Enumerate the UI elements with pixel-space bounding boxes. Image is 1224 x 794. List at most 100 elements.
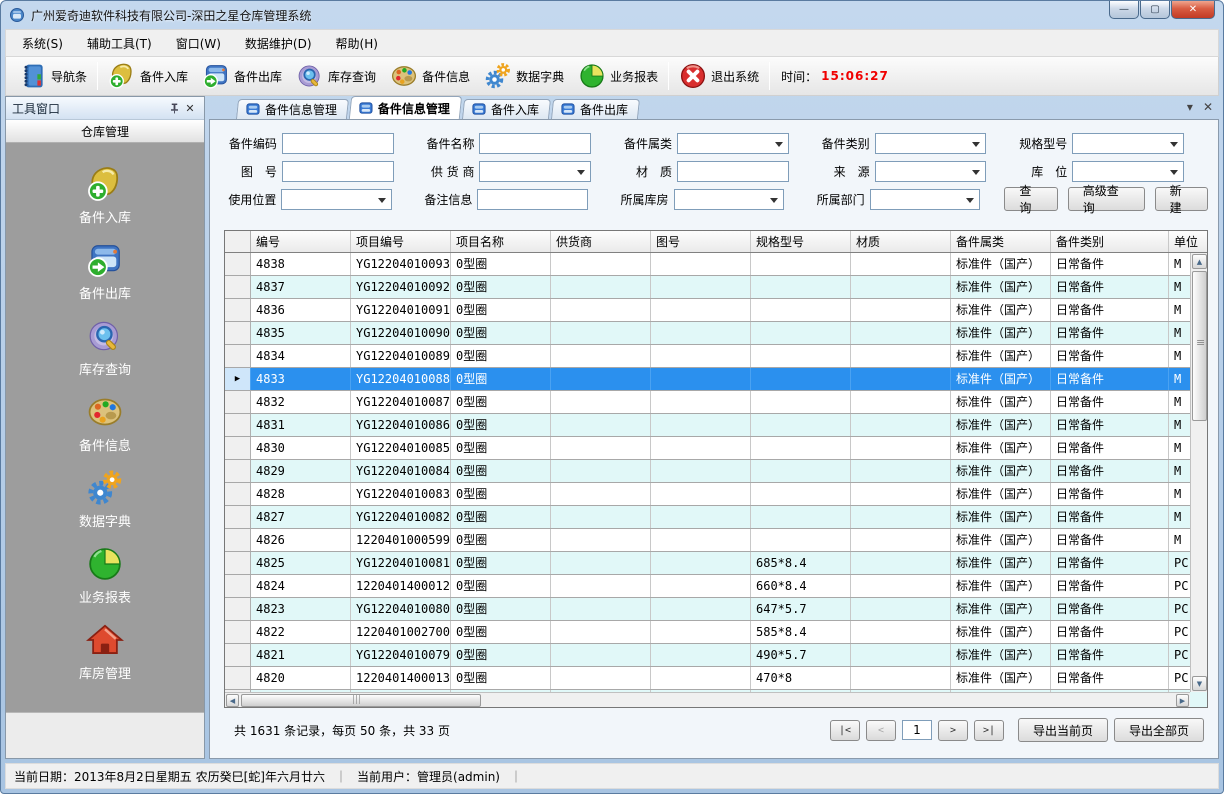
row-selector-cell[interactable] (225, 253, 251, 275)
search-select[interactable] (677, 133, 789, 154)
table-row[interactable]: 482212204010027000型圈585*8.4标准件（国产）日常备件PC (225, 621, 1208, 644)
column-header-9[interactable]: 备件类别 (1051, 231, 1169, 252)
scroll-down-icon[interactable]: ▼ (1192, 676, 1207, 691)
row-selector-cell[interactable] (225, 414, 251, 436)
table-row[interactable]: 4827YG122040100820型圈标准件（国产）日常备件M (225, 506, 1208, 529)
row-selector-cell[interactable] (225, 529, 251, 551)
menu-item-4[interactable]: 数据维护(D) (233, 30, 324, 57)
page-number-input[interactable]: 1 (902, 720, 932, 740)
column-header-8[interactable]: 备件属类 (951, 231, 1051, 252)
table-row[interactable]: 4830YG122040100850型圈标准件（国产）日常备件M (225, 437, 1208, 460)
table-row[interactable]: 4832YG122040100870型圈标准件（国产）日常备件M (225, 391, 1208, 414)
search-select[interactable] (870, 189, 981, 210)
row-selector-cell[interactable] (225, 598, 251, 620)
column-header-3[interactable]: 项目名称 (451, 231, 551, 252)
horizontal-scroll-thumb[interactable] (241, 694, 481, 707)
next-page-button[interactable]: > (938, 720, 968, 741)
sidebar-item-3[interactable]: 库存查询 (6, 317, 204, 378)
column-header-6[interactable]: 规格型号 (751, 231, 851, 252)
table-row[interactable]: 4821YG122040100790型圈490*5.7标准件（国产）日常备件PC (225, 644, 1208, 667)
menu-item-3[interactable]: 窗口(W) (164, 30, 233, 57)
sidebar-item-7[interactable]: 库房管理 (6, 621, 204, 682)
column-header-1[interactable]: 编号 (251, 231, 351, 252)
tab-4[interactable]: 备件出库 (551, 99, 640, 119)
table-row[interactable]: 4828YG122040100830型圈标准件（国产）日常备件M (225, 483, 1208, 506)
table-row[interactable]: ▶4833YG122040100880型圈标准件（国产）日常备件M (225, 368, 1208, 391)
last-page-button[interactable]: >| (974, 720, 1004, 741)
column-header-4[interactable]: 供货商 (551, 231, 651, 252)
search-select[interactable] (674, 189, 785, 210)
prev-page-button[interactable]: < (866, 720, 896, 741)
row-selector-cell[interactable] (225, 506, 251, 528)
table-row[interactable]: 4837YG122040100920型圈标准件（国产）日常备件M (225, 276, 1208, 299)
row-selector-cell[interactable] (225, 299, 251, 321)
search-select[interactable] (875, 133, 987, 154)
sidebar-item-5[interactable]: 数据字典 (6, 469, 204, 530)
tab-1[interactable]: 备件信息管理 (236, 99, 349, 119)
tab-close-icon[interactable]: ✕ (1203, 100, 1213, 114)
search-select[interactable] (1072, 161, 1184, 182)
row-selector-cell[interactable]: ▶ (225, 368, 251, 390)
sidebar-item-2[interactable]: 备件出库 (6, 241, 204, 302)
search-select[interactable] (875, 161, 987, 182)
column-header-2[interactable]: 项目编号 (351, 231, 451, 252)
table-row[interactable]: 4823YG122040100800型圈647*5.7标准件（国产）日常备件PC (225, 598, 1208, 621)
row-selector-cell[interactable] (225, 621, 251, 643)
toolbar-button-2[interactable]: 备件入库 (101, 59, 195, 93)
advanced-query-button[interactable]: 高级查询 (1068, 187, 1145, 211)
search-input[interactable] (677, 161, 789, 182)
column-header-10[interactable]: 单位 (1169, 231, 1208, 252)
search-input[interactable] (477, 189, 588, 210)
horizontal-scrollbar[interactable]: ◀ ▶ (225, 692, 1190, 707)
row-selector-cell[interactable] (225, 644, 251, 666)
table-row[interactable]: 482412204014000120型圈660*8.4标准件（国产）日常备件PC (225, 575, 1208, 598)
table-row[interactable]: 4836YG122040100910型圈标准件（国产）日常备件M (225, 299, 1208, 322)
export-current-page-button[interactable]: 导出当前页 (1018, 718, 1108, 742)
close-button[interactable]: ✕ (1171, 1, 1215, 19)
sidebar-item-4[interactable]: 备件信息 (6, 393, 204, 454)
toolbar-button-8[interactable]: 退出系统 (672, 59, 766, 93)
search-input[interactable] (479, 133, 591, 154)
menu-item-2[interactable]: 辅助工具(T) (75, 30, 164, 57)
sidebar-group-title[interactable]: 仓库管理 (6, 120, 204, 143)
menu-item-1[interactable]: 系统(S) (10, 30, 75, 57)
sidebar-close-icon[interactable]: ✕ (182, 100, 198, 116)
scroll-left-icon[interactable]: ◀ (226, 694, 239, 707)
sidebar-item-6[interactable]: 业务报表 (6, 545, 204, 606)
search-select[interactable] (1072, 133, 1184, 154)
table-row[interactable]: 4838YG122040100930型圈标准件（国产）日常备件M (225, 253, 1208, 276)
tab-2[interactable]: 备件信息管理 (349, 96, 462, 119)
toolbar-button-6[interactable]: 数据字典 (477, 59, 571, 93)
row-selector-cell[interactable] (225, 483, 251, 505)
column-header-5[interactable]: 图号 (651, 231, 751, 252)
row-selector-cell[interactable] (225, 575, 251, 597)
row-selector-cell[interactable] (225, 276, 251, 298)
table-row[interactable]: 4835YG122040100900型圈标准件（国产）日常备件M (225, 322, 1208, 345)
search-select[interactable] (281, 189, 392, 210)
toolbar-button-5[interactable]: 备件信息 (383, 59, 477, 93)
first-page-button[interactable]: |< (830, 720, 860, 741)
search-select[interactable] (479, 161, 591, 182)
row-selector-cell[interactable] (225, 460, 251, 482)
maximize-button[interactable]: ▢ (1140, 1, 1170, 19)
new-button[interactable]: 新建 (1155, 187, 1208, 211)
table-row[interactable]: 4831YG122040100860型圈标准件（国产）日常备件M (225, 414, 1208, 437)
pin-icon[interactable] (166, 100, 182, 116)
tab-3[interactable]: 备件入库 (462, 99, 551, 119)
table-row[interactable]: 482012204014000130型圈470*8标准件（国产）日常备件PC (225, 667, 1208, 690)
table-row[interactable]: 4834YG122040100890型圈标准件（国产）日常备件M (225, 345, 1208, 368)
row-selector-cell[interactable] (225, 552, 251, 574)
row-selector-cell[interactable] (225, 391, 251, 413)
table-row[interactable]: 4829YG122040100840型圈标准件（国产）日常备件M (225, 460, 1208, 483)
chevron-down-icon[interactable]: ▾ (1187, 100, 1193, 114)
menu-item-5[interactable]: 帮助(H) (324, 30, 390, 57)
search-input[interactable] (282, 133, 394, 154)
minimize-button[interactable]: — (1109, 1, 1139, 19)
row-selector-cell[interactable] (225, 437, 251, 459)
scroll-up-icon[interactable]: ▲ (1192, 254, 1207, 269)
column-header-7[interactable]: 材质 (851, 231, 951, 252)
scroll-right-icon[interactable]: ▶ (1176, 694, 1189, 707)
sidebar-item-1[interactable]: 备件入库 (6, 165, 204, 226)
toolbar-button-3[interactable]: 备件出库 (195, 59, 289, 93)
search-input[interactable] (282, 161, 394, 182)
